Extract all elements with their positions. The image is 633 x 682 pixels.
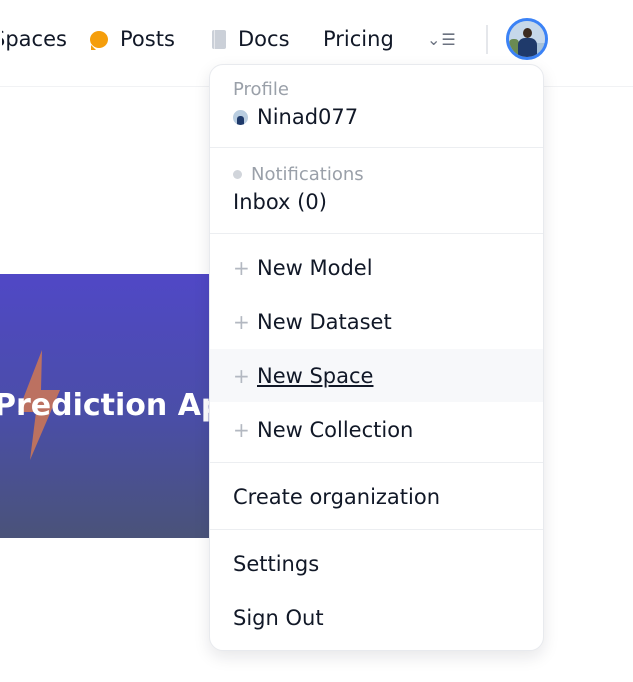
chevron-menu-icon: ⌄☰ — [427, 29, 457, 49]
avatar — [233, 109, 248, 125]
page: Spaces Posts Docs Pricing ⌄☰ Prediction … — [0, 0, 633, 682]
notifications-section-label: Notifications — [233, 164, 364, 185]
avatar-image-detail — [523, 28, 532, 38]
notification-dot-icon — [233, 170, 242, 179]
new-collection-label: New Collection — [257, 417, 414, 442]
speech-bubble-icon — [90, 30, 108, 50]
plus-icon: + — [233, 417, 250, 442]
nav-posts-label: Posts — [120, 27, 175, 51]
new-model-menu-item[interactable]: + New Model — [210, 241, 543, 294]
sign-out-menu-item[interactable]: Sign Out — [210, 591, 543, 644]
new-space-menu-item[interactable]: + New Space — [210, 349, 543, 402]
user-dropdown-menu: Profile Ninad077 Notifications Inbox (0)… — [209, 64, 544, 651]
user-avatar-button[interactable] — [506, 18, 548, 60]
plus-icon: + — [233, 363, 250, 388]
new-collection-menu-item[interactable]: + New Collection — [210, 403, 543, 456]
notifications-label-text: Notifications — [251, 164, 364, 185]
new-dataset-menu-item[interactable]: + New Dataset — [210, 295, 543, 348]
plus-icon: + — [233, 255, 250, 280]
new-dataset-label: New Dataset — [257, 309, 392, 334]
nav-posts-link[interactable]: Posts — [90, 22, 175, 56]
plus-icon: + — [233, 309, 250, 334]
nav-spaces-link[interactable]: Spaces — [0, 22, 71, 56]
sign-out-label: Sign Out — [233, 605, 324, 630]
inbox-link[interactable]: Inbox (0) — [233, 190, 327, 214]
notifications-section[interactable]: Notifications Inbox (0) — [210, 148, 543, 234]
profile-link[interactable]: Ninad077 — [233, 105, 358, 129]
nav-spaces-label: Spaces — [2, 27, 67, 51]
space-card-banner[interactable]: Prediction App — [0, 274, 210, 538]
account-section: Settings Sign Out — [210, 530, 543, 650]
settings-label: Settings — [233, 551, 320, 576]
new-space-label: New Space — [257, 363, 374, 388]
nav-docs-label: Docs — [238, 27, 290, 51]
new-model-label: New Model — [257, 255, 373, 280]
create-organization-menu-item[interactable]: Create organization — [210, 470, 543, 523]
settings-menu-item[interactable]: Settings — [210, 537, 543, 590]
profile-section-label: Profile — [233, 79, 289, 100]
nav-more-menu-button[interactable]: ⌄☰ — [427, 22, 457, 56]
create-organization-label: Create organization — [233, 484, 441, 509]
nav-docs-link[interactable]: Docs — [212, 22, 290, 56]
nav-pricing-label: Pricing — [323, 27, 394, 51]
organization-section: Create organization — [210, 463, 543, 530]
create-new-section: + New Model + New Dataset + New Space + … — [210, 234, 543, 463]
nav-pricing-link[interactable]: Pricing — [323, 22, 394, 56]
book-icon — [212, 29, 226, 49]
space-card-title: Prediction App — [0, 388, 210, 423]
avatar-image-detail — [518, 38, 537, 57]
profile-section[interactable]: Profile Ninad077 — [210, 65, 543, 148]
profile-username: Ninad077 — [257, 105, 359, 129]
nav-divider — [486, 25, 488, 54]
